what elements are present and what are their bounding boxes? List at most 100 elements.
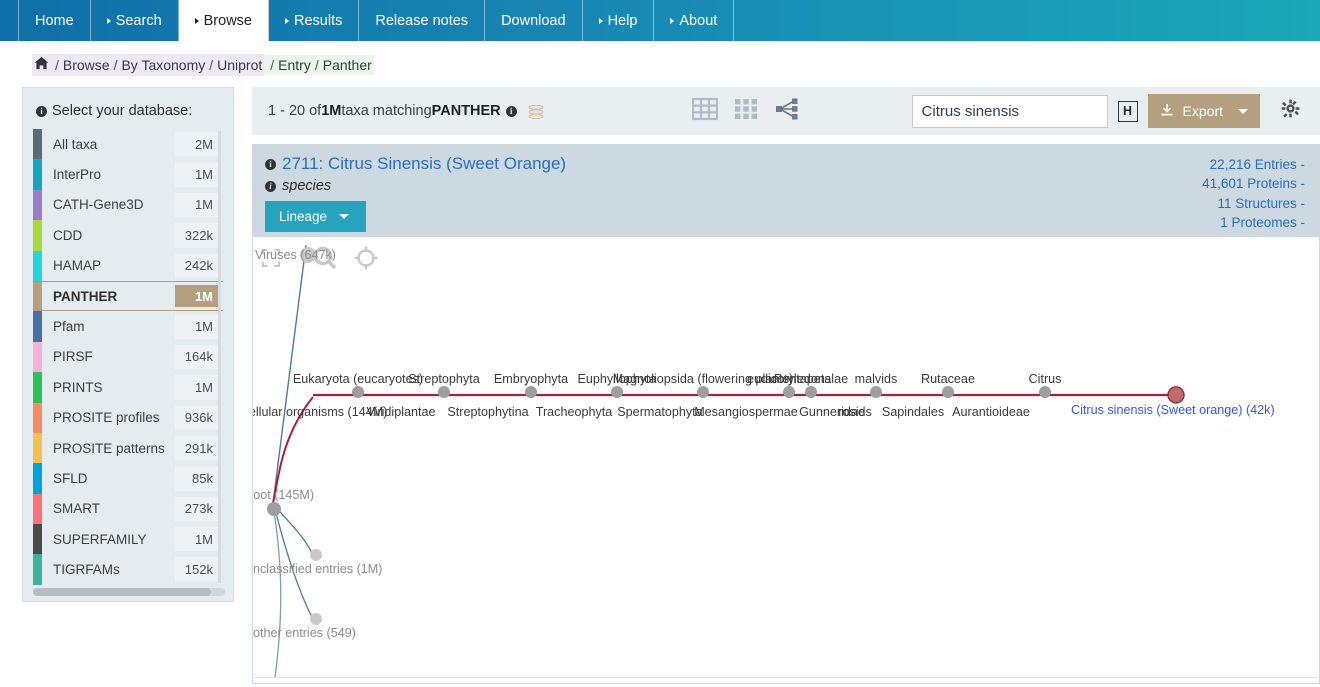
nav-item-about[interactable]: About (654, 0, 735, 41)
lineage-branch-node-unclassified[interactable] (310, 549, 322, 561)
stat-structures[interactable]: 11 Structures - (1202, 194, 1305, 213)
sidebar-item-smart[interactable]: SMART 273k (33, 493, 223, 525)
database-name: SFLD (53, 470, 88, 486)
top-navigation-bar: Home Search Browse Results Release notes Down… (0, 0, 1320, 41)
breadcrumb-item-entry[interactable]: Entry (278, 57, 311, 73)
home-icon[interactable] (34, 56, 49, 74)
chevron-down-icon[interactable] (1238, 108, 1248, 114)
nav-item-label: Search (115, 12, 162, 29)
lineage-branch-node-other[interactable] (310, 613, 322, 625)
nav-item-download[interactable]: Download (485, 0, 583, 41)
lineage-node[interactable] (870, 386, 882, 398)
database-name: PROSITE profiles (53, 410, 160, 426)
lineage-node-label-bottom: rosids (838, 405, 872, 419)
sidebar-item-panther[interactable]: PANTHER 1M (33, 280, 223, 312)
sidebar-item-superfamily[interactable]: SUPERFAMILY 1M (33, 524, 223, 555)
caret-right-icon (285, 17, 289, 24)
view-mode-switcher (691, 87, 800, 135)
taxon-title[interactable]: i 2711: Citrus Sinensis (Sweet Orange) (265, 154, 1307, 174)
lineage-leaf-label[interactable]: Citrus sinensis (Sweet orange) (42k) (1071, 403, 1275, 417)
database-count-badge: 242k (175, 253, 221, 278)
results-count: 1 - 20 of 1M taxa matching PANTHER i (268, 103, 544, 120)
database-name: Pfam (53, 319, 85, 335)
breadcrumb-item-browse[interactable]: Browse (63, 57, 110, 73)
database-stack-icon[interactable] (528, 104, 544, 120)
database-name: PROSITE patterns (53, 440, 165, 456)
lineage-node[interactable] (805, 386, 817, 398)
breadcrumb-item-panther[interactable]: Panther (323, 57, 372, 73)
taxon-rank-label: species (282, 178, 332, 194)
nav-item-home[interactable]: Home (18, 0, 91, 41)
sidebar-item-interpro[interactable]: InterPro 1M (33, 159, 223, 190)
lineage-root-node[interactable] (267, 502, 281, 516)
lineage-leaf-node[interactable] (1167, 386, 1185, 404)
stat-proteins[interactable]: 41,601 Proteins - (1202, 174, 1305, 193)
grid-view-icon[interactable] (734, 97, 758, 126)
lineage-node[interactable] (1039, 386, 1051, 398)
sidebar-item-hamap[interactable]: HAMAP 242k (33, 250, 223, 281)
lineage-node[interactable] (697, 386, 709, 398)
lineage-dropdown-button[interactable]: Lineage (265, 201, 366, 232)
nav-item-help[interactable]: Help (583, 0, 655, 41)
database-name: TIGRFAMs (53, 562, 120, 578)
sidebar-item-tigrfams[interactable]: TIGRFAMs 152k (33, 554, 223, 585)
sidebar-item-all-taxa[interactable]: All taxa 2M (33, 129, 223, 160)
lineage-node[interactable] (438, 386, 450, 398)
search-input[interactable] (911, 94, 1108, 128)
highlight-toggle-button[interactable]: H (1117, 100, 1138, 122)
database-color-swatch (33, 311, 42, 342)
breadcrumb-sep-3: / (270, 57, 275, 73)
nav-item-results[interactable]: Results (269, 0, 360, 41)
tree-share-view-icon[interactable] (774, 97, 800, 126)
sidebar-item-cdd[interactable]: CDD 322k (33, 220, 223, 251)
nav-item-release-notes[interactable]: Release notes (359, 0, 486, 41)
results-toolbar: 1 - 20 of 1M taxa matching PANTHER i Cit… (252, 87, 1320, 135)
lineage-node[interactable] (525, 386, 537, 398)
sidebar-item-sfld[interactable]: SFLD 85k (33, 463, 223, 494)
database-list-scrollbar[interactable] (218, 131, 221, 583)
sidebar-item-prosite-profiles[interactable]: PROSITE profiles 936k (33, 402, 223, 433)
info-icon[interactable]: i (265, 158, 276, 170)
sidebar-item-prosite-patterns[interactable]: PROSITE patterns 291k (33, 432, 223, 464)
sidebar-item-pfam[interactable]: Pfam 1M (33, 311, 223, 342)
table-view-icon[interactable] (691, 97, 719, 126)
sidebar-item-prints[interactable]: PRINTS 1M (33, 372, 223, 403)
database-name: InterPro (53, 167, 102, 183)
results-count-mid: taxa matching (341, 103, 432, 119)
nav-item-browse[interactable]: Browse (178, 0, 269, 41)
database-name: PIRSF (53, 349, 93, 365)
lineage-node-label-top: Rutaceae (921, 372, 975, 386)
info-icon[interactable]: i (505, 105, 517, 117)
database-count-badge: 1M (175, 162, 221, 187)
database-color-swatch (33, 463, 42, 494)
lineage-graph[interactable]: Eukaryota (eucaryotes) Streptophyta Embryo… (253, 237, 1319, 677)
lineage-graph-svg: Eukaryota (eucaryotes)Streptophyta Embryo… (253, 244, 1275, 677)
breadcrumb-segment-group-primary: / Browse / By Taxonomy / Uniprot (32, 54, 265, 76)
graph-scrollbar[interactable] (253, 677, 1319, 683)
lineage-node[interactable] (783, 386, 795, 398)
sidebar-item-cath-gene3d[interactable]: CATH-Gene3D 1M (33, 189, 223, 221)
breadcrumb-item-by-taxonomy[interactable]: By Taxonomy (121, 57, 205, 73)
sidebar-item-pirsf[interactable]: PIRSF 164k (33, 341, 223, 373)
gear-icon[interactable] (1281, 99, 1300, 123)
lineage-node[interactable] (352, 386, 364, 398)
database-count-badge: 1M (175, 314, 221, 339)
database-color-swatch (33, 493, 42, 525)
database-color-swatch (33, 341, 42, 373)
chevron-down-icon (339, 214, 350, 219)
sidebar-scroll-thumb[interactable] (33, 588, 211, 596)
lineage-node[interactable] (611, 386, 623, 398)
export-button[interactable]: Export (1147, 94, 1260, 128)
info-icon[interactable]: i (36, 105, 47, 117)
database-name: SUPERFAMILY (53, 531, 147, 547)
sidebar-horizontal-scrollbar[interactable] (33, 588, 225, 596)
lineage-node[interactable] (942, 386, 954, 398)
nav-item-search[interactable]: Search (91, 0, 179, 41)
database-count-badge: 291k (175, 435, 221, 461)
info-icon[interactable]: i (265, 180, 276, 192)
breadcrumb-item-uniprot[interactable]: Uniprot (217, 57, 262, 73)
database-color-swatch (33, 372, 42, 403)
stat-entries[interactable]: 22,216 Entries - (1202, 155, 1305, 174)
database-count-badge: 164k (175, 344, 221, 370)
stat-proteomes[interactable]: 1 Proteomes - (1202, 213, 1305, 232)
